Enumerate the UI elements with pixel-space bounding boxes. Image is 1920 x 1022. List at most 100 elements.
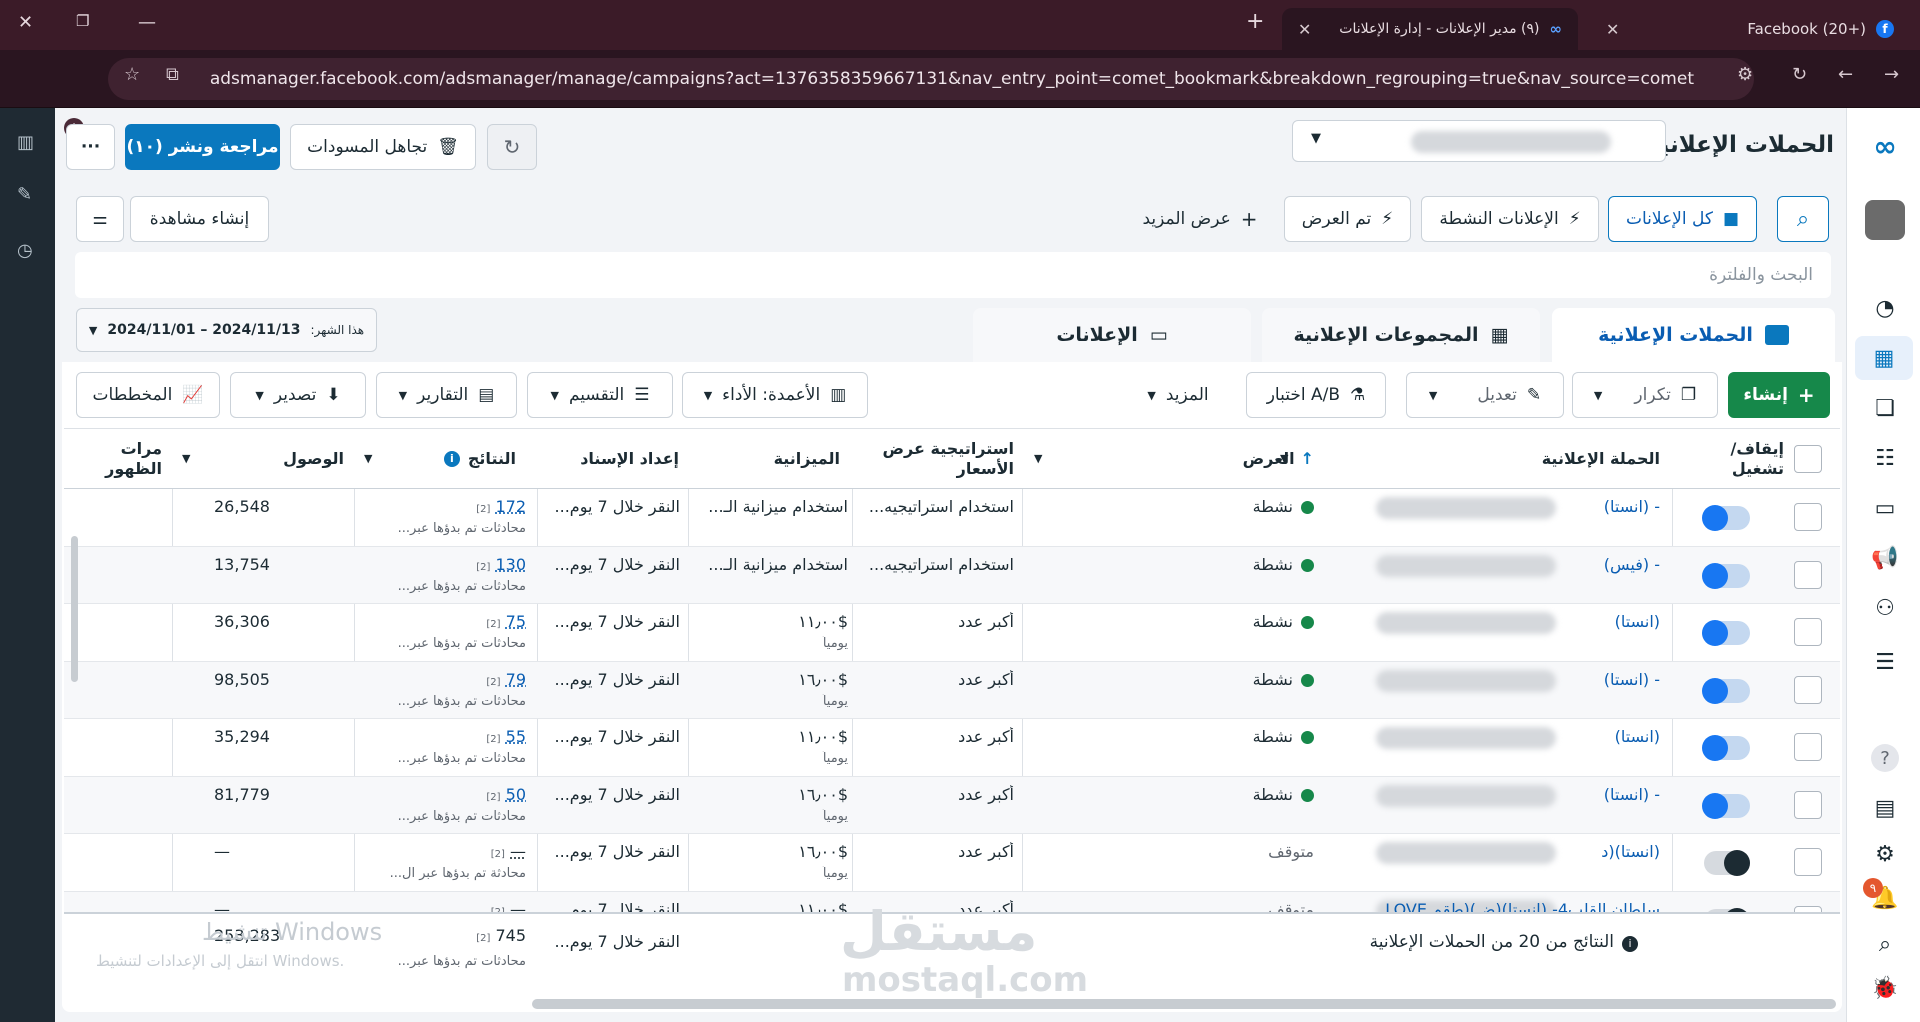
review-publish-button[interactable]: مراجعة ونشر (١٠) [125,124,280,170]
tab-close-icon[interactable]: ✕ [1298,20,1311,39]
sort-caret-icon[interactable]: ▼ [364,452,372,465]
megaphone-icon[interactable]: 📢 [1871,544,1899,572]
tab-campaigns[interactable]: الحملات الإعلانية [1552,308,1835,362]
chevron-down-icon[interactable]: ▼ [1429,389,1437,402]
back-icon[interactable]: ← [1838,64,1853,85]
more-actions-button[interactable]: المزيد ▼ [1128,372,1228,418]
row-checkbox[interactable] [1794,848,1822,876]
results-value[interactable]: 55 [506,727,526,746]
results-value[interactable]: 172 [495,497,526,516]
row-checkbox[interactable] [1794,790,1822,819]
budget-cell[interactable]: $١١٫٠٠ [700,612,848,631]
sort-caret-icon[interactable]: ▼ [1034,452,1042,465]
help-icon[interactable]: ? [1871,744,1899,772]
column-header-impressions[interactable]: مرات الظهور [64,429,162,489]
table-row[interactable]: - (فيس) نشطة استخدام استراتيجيه... استخدام … [64,546,1840,604]
table-row[interactable]: (انستا)(د متوقف أكبر عدد $١٦٫٠٠ يومياً النقر … [64,834,1840,892]
column-header-budget[interactable]: الميزانية [700,429,840,489]
vertical-scrollbar[interactable] [71,536,78,682]
row-checkbox[interactable] [1794,618,1822,646]
campaign-name-link[interactable]: - (انستا) [1294,670,1660,689]
ab-test-button[interactable]: ⚗ اختبار A/B [1246,372,1386,418]
pencil-icon[interactable]: ✎ [17,184,32,205]
search-filter-input[interactable]: البحث والفلترة [75,252,1831,298]
clock-icon[interactable]: ◷ [17,240,33,261]
bookmark-star-icon[interactable]: ☆ [124,64,140,85]
row-checkbox[interactable] [1794,733,1822,761]
table-row[interactable]: (انستا) نشطة أكبر عدد $١١٫٠٠ يومياً النقر خلا… [64,719,1840,777]
ad-account-selector[interactable]: ▼ [1292,120,1666,162]
column-header-reach[interactable]: الوصول [214,429,344,489]
settings-gear-icon[interactable]: ⚙ [1871,840,1899,868]
campaign-toggle[interactable] [1702,735,1750,761]
campaign-toggle[interactable] [1704,850,1750,876]
column-header-campaign[interactable]: الحملة الإعلانية [1284,429,1660,489]
columns-button[interactable]: ▥ الأعمدة: الأداء ▼ [682,372,868,418]
pages-icon[interactable]: ❏ [1871,394,1899,422]
budget-cell[interactable]: $١١٫٠٠ [700,727,848,746]
tab-adsets[interactable]: ▦ المجموعات الإعلانية [1262,308,1540,362]
table-row[interactable]: (انستا) نشطة أكبر عدد $١١٫٠٠ يومياً النقر خلا… [64,604,1840,662]
table-row[interactable]: - (انستا) نشطة أكبر عدد $١٦٫٠٠ يومياً النقر خ… [64,661,1840,719]
row-checkbox[interactable] [1794,503,1822,531]
audiences-icon[interactable]: ☷ [1871,444,1899,472]
row-checkbox[interactable] [1794,675,1822,704]
filter-active-ads[interactable]: ⚡ الإعلانات النشطة [1421,196,1599,242]
info-icon[interactable]: i [1622,936,1638,952]
search-button[interactable]: ⌕ [1777,196,1829,242]
results-value[interactable]: 75 [506,612,526,631]
site-settings-icon[interactable]: ⚙ [1737,64,1753,85]
campaign-name-link[interactable]: سلطان القلب4- (انستا)(ض)(طقم LOVE [1294,900,1660,913]
table-row[interactable]: - (انستا) نشطة استخدام استراتيجيه... استخدا… [64,489,1840,547]
budget-cell[interactable]: $١٦٫٠٠ [700,785,848,804]
address-bar[interactable]: adsmanager.facebook.com/adsmanager/manag… [108,58,1754,100]
install-app-icon[interactable]: ⧉ [166,64,179,85]
billing-card-icon[interactable]: ▭ [1871,494,1899,522]
reload-icon[interactable]: ↻ [1792,64,1807,85]
info-icon[interactable]: i [443,451,460,467]
campaign-name-link[interactable]: - (فيس) [1294,555,1660,574]
campaign-name-link[interactable]: - (انستا) [1294,785,1660,804]
results-value[interactable]: 130 [495,555,526,574]
refresh-button[interactable]: ↻ [487,124,537,170]
column-header-toggle[interactable]: إيقاف/ تشغيل [1684,429,1784,489]
dashboard-gauge-icon[interactable]: ◔ [1871,294,1899,322]
edit-button[interactable]: ✎ تعديل ▼ [1406,372,1564,418]
table-row[interactable]: - (انستا) نشطة أكبر عدد $١٦٫٠٠ يومياً النقر خ… [64,776,1840,834]
duplicate-button[interactable]: ❐ تكرار ▼ [1572,372,1718,418]
column-header-bid-strategy[interactable]: استراتيجية عرض الأسعار [864,429,1014,489]
campaign-toggle[interactable] [1702,677,1750,704]
news-icon[interactable]: ▤ [1871,794,1899,822]
tab-close-icon[interactable]: ✕ [1606,20,1619,39]
budget-cell[interactable]: $١٦٫٠٠ [700,670,848,689]
results-value[interactable]: 79 [506,670,526,689]
row-checkbox[interactable] [1794,560,1822,589]
show-more-filters-button[interactable]: + عرض المزيد [1130,196,1270,242]
column-header-attribution[interactable]: إعداد الإسناد [549,429,679,489]
campaign-toggle[interactable] [1702,792,1750,819]
all-tools-menu-icon[interactable]: ☰ [1871,648,1899,676]
search-icon[interactable]: ⌕ [1871,930,1899,958]
campaigns-table-icon[interactable]: ▦ [1855,336,1913,380]
budget-cell[interactable]: $١٦٫٠٠ [700,842,848,861]
browser-tab-ads-manager[interactable]: ∞ (٩) مدير الإعلانات - إدارة الإعلانات ✕ [1282,8,1578,50]
avatar[interactable] [1865,200,1905,240]
horizontal-scrollbar[interactable] [532,999,1836,1009]
browser-tab-facebook[interactable]: f Facebook (20+) ✕ [1590,8,1910,50]
new-tab-button[interactable]: + [1246,9,1264,34]
budget-cell[interactable]: استخدام ميزانية الـ... [700,497,848,516]
customize-view-button[interactable]: ⚌ [76,196,124,242]
bug-report-icon[interactable]: 🐞 [1871,974,1899,1002]
forward-icon[interactable]: → [1884,64,1899,85]
meta-logo-icon[interactable]: ∞ [1871,130,1899,163]
campaign-toggle[interactable] [1702,620,1750,646]
charts-button[interactable]: 📈 المخططات [76,372,220,418]
budget-cell[interactable]: $١١٫٠٠ [700,900,848,913]
campaign-name-link[interactable]: (انستا)(د [1294,842,1660,861]
campaign-name-link[interactable]: (انستا) [1294,612,1660,631]
discard-drafts-button[interactable]: 🗑 تجاهل المسودات [290,124,476,170]
bar-chart-icon[interactable]: ▥ [17,132,34,153]
create-view-button[interactable]: إنشاء مشاهدة [130,196,269,242]
window-minimize-icon[interactable]: — [138,12,156,33]
tab-ads[interactable]: ▭ الإعلانات [973,308,1251,362]
